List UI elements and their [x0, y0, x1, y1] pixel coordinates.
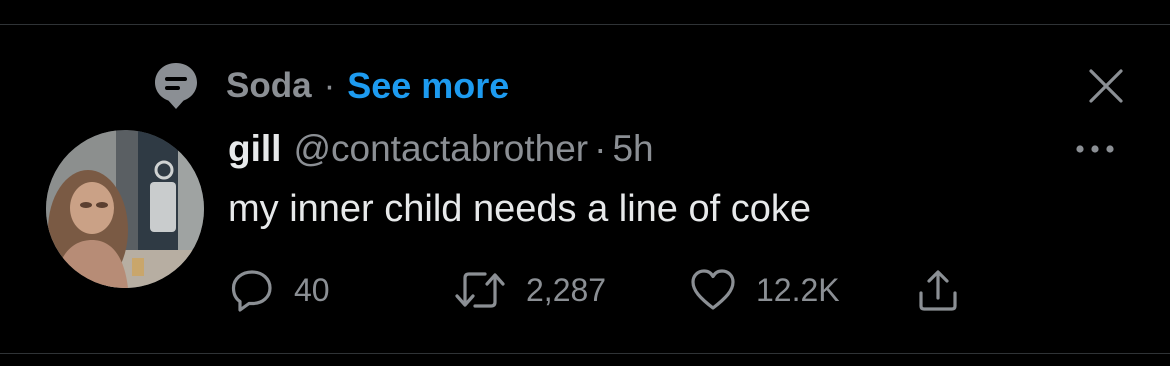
more-options-icon — [1075, 141, 1115, 159]
more-options-button[interactable] — [1070, 130, 1120, 170]
reply-count: 40 — [294, 271, 330, 308]
share-icon — [916, 268, 960, 312]
display-name[interactable]: gill — [228, 128, 281, 170]
see-more-link[interactable]: See more — [347, 65, 509, 107]
bottom-divider — [0, 353, 1170, 354]
tweet-timestamp[interactable]: 5h — [612, 128, 653, 170]
close-icon — [1088, 68, 1124, 109]
topic-speech-bubble-icon — [150, 60, 202, 112]
tweet-text: my inner child needs a line of coke — [228, 188, 811, 230]
retweet-icon — [454, 268, 506, 312]
avatar[interactable] — [46, 130, 204, 288]
header-separator: · — [594, 128, 607, 169]
reply-button[interactable]: 40 — [230, 262, 330, 318]
top-divider — [0, 24, 1170, 25]
topic-name[interactable]: Soda — [226, 66, 312, 106]
like-count: 12.2K — [756, 271, 840, 308]
tweet-actions: 40 2,287 12.2K — [228, 262, 988, 318]
retweet-count: 2,287 — [526, 271, 607, 308]
retweet-button[interactable]: 2,287 — [454, 262, 606, 318]
topic-row: Soda · See more — [150, 60, 509, 112]
reply-icon — [230, 268, 274, 312]
user-handle[interactable]: @contactabrother — [293, 128, 588, 170]
topic-separator: · — [323, 66, 336, 105]
heart-icon — [690, 268, 736, 312]
close-button[interactable] — [1080, 62, 1132, 114]
like-button[interactable]: 12.2K — [690, 262, 840, 318]
tweet-header: gill @contactabrother · 5h — [228, 128, 654, 176]
share-button[interactable] — [916, 262, 960, 318]
